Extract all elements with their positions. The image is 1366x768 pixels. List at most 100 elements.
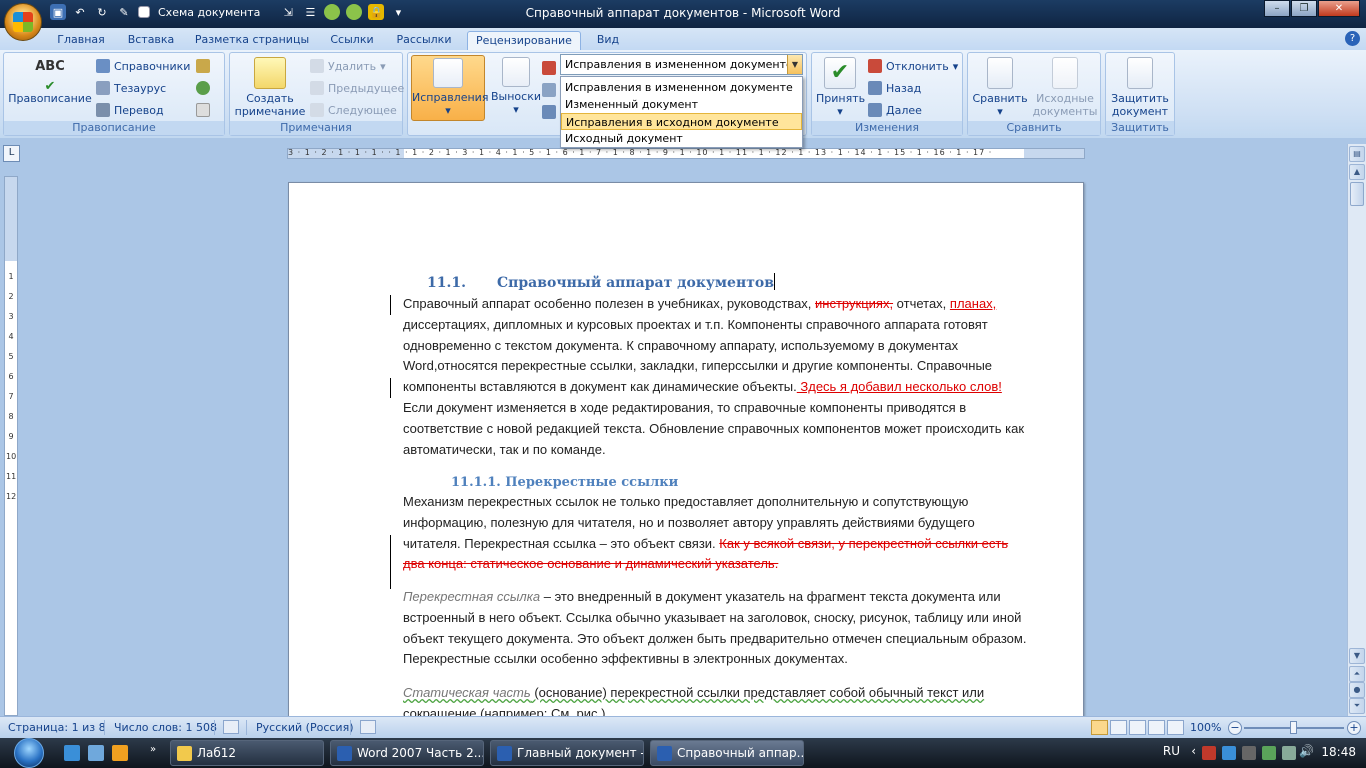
chevron-down-icon[interactable]: ▼	[787, 55, 802, 74]
next-comment-button[interactable]: Следующее	[310, 101, 397, 119]
full-screen-reading-icon[interactable]	[1110, 720, 1127, 735]
show-markup-icon-button[interactable]	[542, 81, 556, 99]
track-changes-icon	[433, 58, 463, 88]
minimize-button[interactable]: –	[1264, 0, 1290, 17]
scroll-down-button[interactable]: ▼	[1349, 648, 1365, 664]
option-final-showing-markup[interactable]: Исправления в измененном документе	[561, 79, 802, 96]
taskbar-item-master-document[interactable]: Главный документ -...	[490, 740, 644, 766]
next-change-button[interactable]: Далее	[868, 101, 922, 119]
draft-icon[interactable]	[1167, 720, 1184, 735]
zoom-out-button[interactable]: −	[1228, 721, 1242, 735]
accept-button[interactable]: ✔ Принять ▾	[816, 57, 865, 118]
proofing-extra-button[interactable]	[196, 57, 210, 75]
zoom-level[interactable]: 100%	[1190, 721, 1221, 734]
close-button[interactable]: ✕	[1318, 0, 1360, 17]
proofing-status-icon[interactable]	[223, 720, 239, 734]
tab-selector[interactable]: L	[3, 145, 20, 162]
clock[interactable]: 18:48	[1321, 745, 1356, 759]
tab-page-layout[interactable]: Разметка страницы	[192, 31, 312, 50]
tab-references[interactable]: Ссылки	[322, 31, 382, 50]
windows-logo-icon	[14, 738, 44, 768]
option-original[interactable]: Исходный документ	[561, 130, 802, 147]
input-language[interactable]: RU	[1163, 744, 1180, 758]
tray-app-icon[interactable]	[1282, 746, 1296, 760]
word-count[interactable]: Число слов: 1 508	[114, 721, 217, 734]
start-button[interactable]	[6, 738, 52, 768]
volume-icon[interactable]: 🔊	[1299, 744, 1314, 758]
protect-document-button[interactable]: Защитить документ ▾	[1108, 57, 1172, 131]
translate-icon	[96, 103, 110, 117]
balloons-icon	[502, 57, 530, 87]
display-markup-icon-button[interactable]	[542, 59, 556, 77]
ruler-toggle-icon[interactable]: ▤	[1349, 146, 1365, 162]
spelling-button[interactable]: ABC ✔ Правописание	[8, 57, 92, 105]
tray-app-icon[interactable]	[1222, 746, 1236, 760]
show-markup-icon	[542, 83, 556, 97]
group-protect: Защитить документ ▾ Защитить	[1105, 52, 1175, 136]
track-changes-button[interactable]: Исправления ▾	[411, 55, 488, 121]
page-indicator[interactable]: Страница: 1 из 8	[8, 721, 106, 734]
macro-recording-icon[interactable]	[360, 720, 376, 734]
show-desktop-icon[interactable]	[88, 745, 104, 761]
next-page-button[interactable]: ⏷	[1349, 698, 1365, 714]
proofing-extra-button[interactable]	[196, 79, 210, 97]
previous-comment-button[interactable]: Предыдущее	[310, 79, 404, 97]
browse-object-button[interactable]: ●	[1349, 682, 1365, 698]
previous-page-button[interactable]: ⏶	[1349, 666, 1365, 682]
display-for-review-combo[interactable]: Исправления в измененном документе ▼	[560, 54, 803, 75]
horizontal-ruler[interactable]: 3 · 1 · 2 · 1 · 1 · 1 · · 1 · 1 · 2 · 1 …	[287, 148, 1085, 159]
language-indicator[interactable]: Русский (Россия)	[256, 721, 354, 734]
compare-icon	[987, 57, 1013, 89]
tray-expand-icon[interactable]: ‹	[1191, 744, 1196, 758]
network-icon[interactable]	[1262, 746, 1276, 760]
reviewing-pane-icon-button[interactable]	[542, 103, 556, 121]
outline-icon[interactable]	[1148, 720, 1165, 735]
word-count-icon	[196, 103, 210, 117]
thesaurus-button[interactable]: Тезаурус	[96, 79, 166, 97]
tab-home[interactable]: Главная	[50, 31, 112, 50]
media-player-icon[interactable]	[112, 745, 128, 761]
web-layout-icon[interactable]	[1129, 720, 1146, 735]
compare-button[interactable]: Сравнить ▾	[970, 57, 1030, 118]
scroll-thumb[interactable]	[1350, 182, 1364, 206]
vertical-scrollbar[interactable]: ▤ ▲ ▼ ⏶ ● ⏷	[1347, 144, 1366, 716]
research-icon	[96, 59, 110, 73]
word-count-button[interactable]	[196, 101, 210, 119]
taskbar-item-word-part2[interactable]: Word 2007 Часть 2....	[330, 740, 484, 766]
tray-app-icon[interactable]	[1242, 746, 1256, 760]
option-final[interactable]: Измененный документ	[561, 96, 802, 113]
translate-button[interactable]: Перевод	[96, 101, 164, 119]
new-comment-button[interactable]: Создать примечание	[234, 57, 306, 118]
previous-change-button[interactable]: Назад	[868, 79, 921, 97]
balloons-button[interactable]: Выноски ▾	[488, 57, 544, 116]
reject-button[interactable]: Отклонить ▾	[868, 57, 958, 75]
scroll-up-button[interactable]: ▲	[1349, 164, 1365, 180]
new-comment-icon	[254, 57, 286, 89]
language-icon	[196, 59, 210, 73]
security-icon[interactable]	[1202, 746, 1216, 760]
tab-mailings[interactable]: Рассылки	[390, 31, 458, 50]
vertical-ruler[interactable]: 1 2 3 4 5 6 7 8 9 10 11 12	[4, 176, 18, 716]
tab-insert[interactable]: Вставка	[120, 31, 182, 50]
delete-comment-button[interactable]: Удалить ▾	[310, 57, 386, 75]
window-title: Справочный аппарат документов - Microsof…	[525, 6, 841, 20]
taskbar-item-lab12[interactable]: Лаб12	[170, 740, 324, 766]
quick-launch-chevron-icon[interactable]: »	[150, 744, 156, 755]
document-page[interactable]: 11.1. Справочный аппарат документов Справ…	[288, 182, 1084, 716]
option-original-showing-markup[interactable]: Исправления в исходном документе	[561, 113, 802, 130]
office-button[interactable]	[4, 3, 42, 41]
research-button[interactable]: Справочники	[96, 57, 190, 75]
deleted-text: инструкциях,	[815, 296, 894, 311]
tab-review[interactable]: Рецензирование	[467, 31, 581, 50]
tab-view[interactable]: Вид	[588, 31, 628, 50]
source-documents-button[interactable]: Исходные документы ▾	[1032, 57, 1098, 131]
maximize-button[interactable]: ❐	[1291, 0, 1317, 17]
zoom-in-button[interactable]: +	[1347, 721, 1361, 735]
accept-icon: ✔	[824, 57, 856, 89]
help-icon[interactable]: ?	[1345, 31, 1360, 46]
zoom-slider-thumb[interactable]	[1290, 721, 1297, 734]
internet-explorer-icon[interactable]	[64, 745, 80, 761]
print-layout-icon[interactable]	[1091, 720, 1108, 735]
taskbar-item-reference-apparatus[interactable]: Справочный аппар...	[650, 740, 804, 766]
folder-icon	[177, 746, 192, 761]
